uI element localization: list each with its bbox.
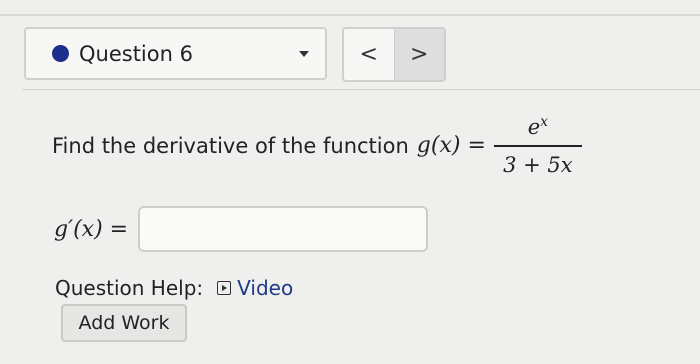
answer-input[interactable] — [138, 206, 429, 252]
video-link[interactable]: Video — [217, 276, 293, 300]
previous-question-button[interactable]: < — [344, 29, 394, 80]
header-divider — [22, 89, 700, 90]
chevron-left-icon: < — [359, 42, 378, 67]
function-fraction: ex 3 + 5x — [493, 114, 582, 177]
caret-down-icon — [299, 51, 309, 57]
function-lhs: g(x) = — [416, 133, 486, 158]
chevron-right-icon: > — [410, 42, 429, 67]
fraction-numerator: ex — [527, 114, 549, 139]
question-selector[interactable]: Question 6 — [24, 27, 327, 80]
question-text: Find the derivative of the function — [52, 133, 409, 158]
video-link-label: Video — [237, 276, 294, 300]
top-divider — [0, 14, 700, 16]
add-work-label: Add Work — [78, 312, 170, 334]
answer-label: g′(x) = — [54, 216, 129, 242]
add-work-button[interactable]: Add Work — [61, 304, 187, 342]
play-icon — [217, 281, 232, 295]
question-prompt: Find the derivative of the function g(x)… — [52, 114, 582, 177]
question-selector-label: Question 6 — [79, 41, 193, 66]
question-help: Question Help: Video — [55, 276, 293, 300]
question-help-label: Question Help: — [55, 276, 204, 300]
fraction-denominator: 3 + 5x — [503, 153, 573, 177]
question-nav: < > — [342, 27, 446, 82]
answer-row: g′(x) = — [54, 206, 429, 252]
status-dot-icon — [52, 45, 69, 62]
next-question-button[interactable]: > — [393, 29, 444, 80]
